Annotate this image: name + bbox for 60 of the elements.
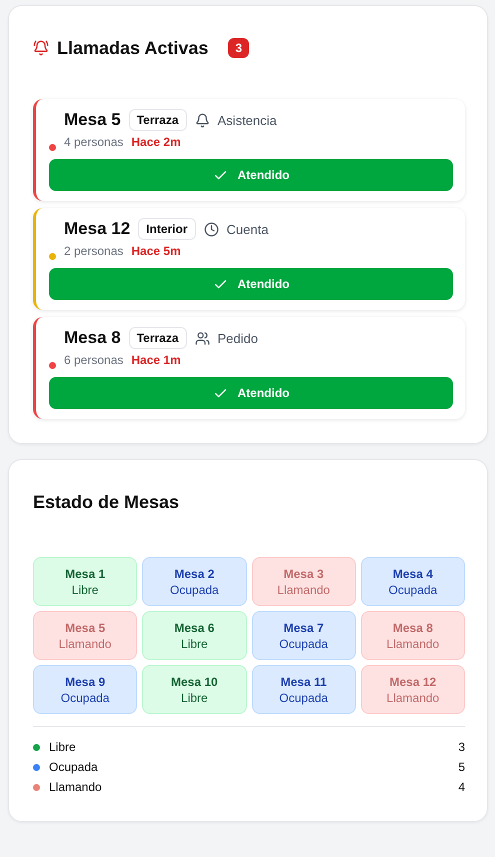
table-status: Libre (181, 636, 208, 652)
count-badge: 3 (228, 38, 250, 58)
table-status: Ocupada (60, 690, 110, 706)
table-status: Llamando (386, 690, 440, 706)
table-name: Mesa 5 (64, 110, 121, 130)
panel-title: Estado de Mesas (33, 492, 180, 512)
table-status: Libre (181, 690, 208, 706)
people-count: 6 personas (64, 353, 124, 367)
people-count: 4 personas (64, 135, 124, 149)
table-tile[interactable]: Mesa 11 Ocupada (252, 665, 356, 714)
request-type: Pedido (218, 330, 258, 346)
table-tile[interactable]: Mesa 10 Libre (142, 665, 246, 714)
table-name: Mesa 10 (171, 674, 218, 690)
users-icon (194, 330, 210, 346)
table-name: Mesa 1 (65, 566, 106, 582)
table-tile[interactable]: Mesa 7 Ocupada (252, 611, 356, 660)
area-tag: Terraza (128, 109, 187, 131)
legend-count: 5 (458, 760, 465, 774)
table-tile[interactable]: Mesa 2 Ocupada (142, 557, 246, 606)
table-tile[interactable]: Mesa 1 Libre (33, 557, 138, 606)
table-status: Llamando (58, 636, 112, 652)
area-tag: Terraza (128, 327, 187, 349)
table-tile[interactable]: Mesa 9 Ocupada (33, 665, 138, 714)
elapsed-time: Hace 1m (131, 353, 181, 367)
table-name: Mesa 5 (65, 620, 106, 636)
legend-label: Libre (49, 740, 77, 754)
table-name: Mesa 6 (174, 620, 214, 636)
area-tag: Interior (138, 218, 196, 240)
table-name: Mesa 3 (284, 566, 324, 582)
bell-icon (194, 112, 210, 128)
table-name: Mesa 9 (65, 674, 106, 690)
request-type: Asistencia (218, 112, 277, 128)
table-name: Mesa 4 (392, 566, 433, 582)
table-name: Mesa 2 (174, 566, 214, 582)
table-name: Mesa 8 (392, 620, 433, 636)
legend-count: 3 (458, 740, 465, 754)
legend-count: 4 (458, 780, 465, 794)
table-status: Ocupada (279, 690, 328, 706)
table-status: Ocupada (279, 636, 328, 652)
table-status: Libre (72, 582, 98, 598)
clock-icon (204, 222, 219, 236)
table-name: Mesa 12 (390, 674, 436, 690)
legend-label: Llamando (49, 780, 103, 794)
table-status: Ocupada (388, 582, 438, 598)
bell-icon (33, 40, 49, 56)
table-name: Mesa 12 (64, 219, 130, 239)
elapsed-time: Hace 5m (131, 244, 181, 258)
table-status: Llamando (277, 582, 330, 598)
request-type: Cuenta (226, 222, 268, 236)
panel-title: Llamadas Activas (57, 38, 208, 58)
table-name: Mesa 8 (64, 328, 121, 348)
table-tile[interactable]: Mesa 4 Ocupada (360, 557, 465, 606)
table-name: Mesa 11 (280, 674, 327, 690)
table-status: Llamando (386, 636, 440, 652)
people-count: 2 personas (64, 244, 124, 258)
legend-label: Ocupada (49, 760, 99, 774)
elapsed-time: Hace 2m (131, 135, 181, 149)
table-name: Mesa 7 (284, 620, 324, 636)
table-tile[interactable]: Mesa 6 Libre (142, 611, 246, 660)
table-status: Ocupada (170, 582, 219, 598)
